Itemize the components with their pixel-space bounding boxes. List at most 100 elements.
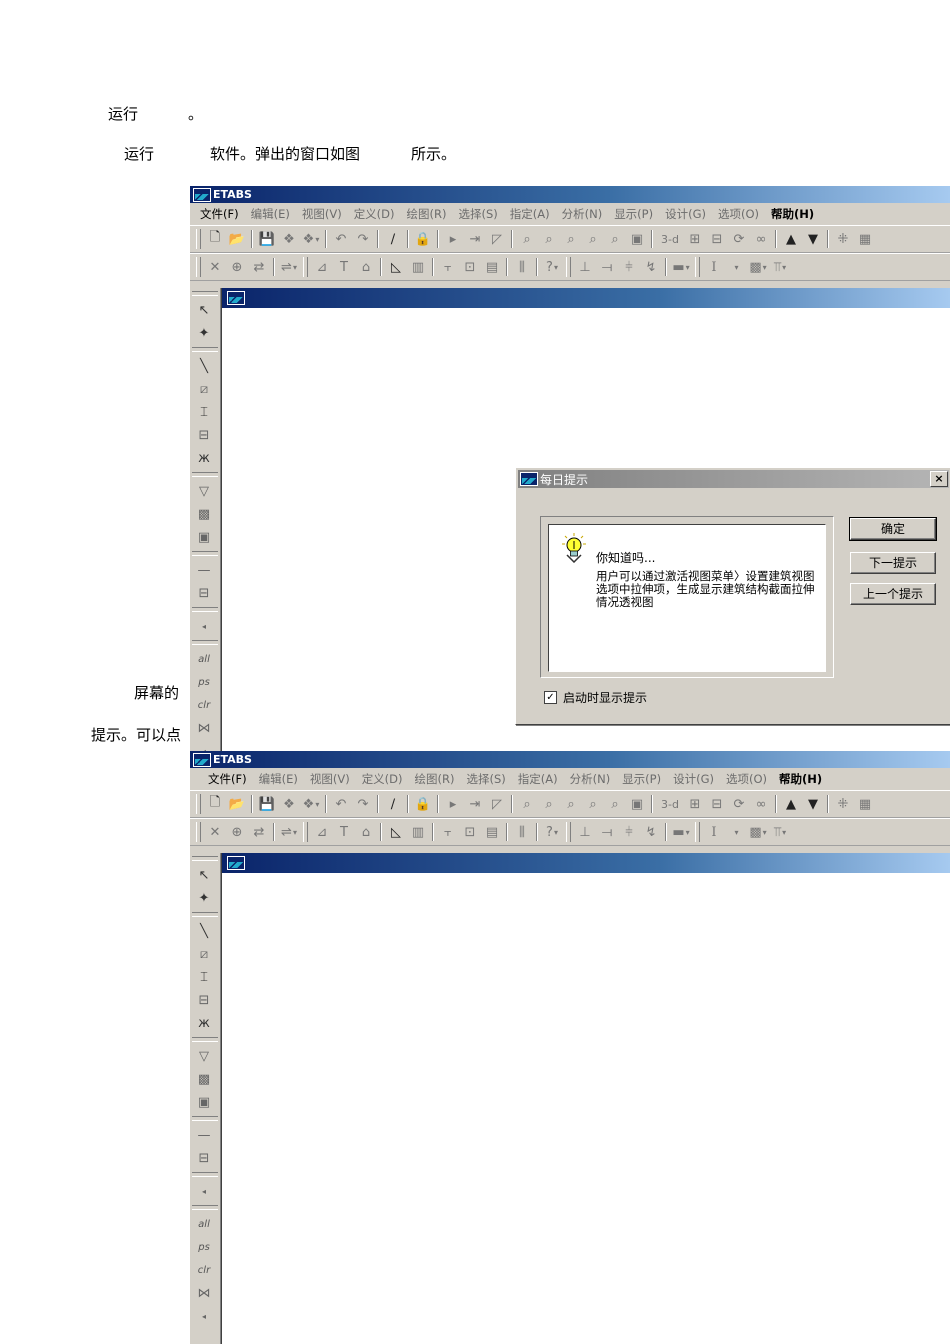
draw-link-icon[interactable]: ↯ [641, 822, 661, 842]
concrete-frame-design-icon[interactable]: T [334, 257, 354, 277]
pan-icon[interactable]: ▣ [627, 229, 647, 249]
pier-label-icon[interactable]: ⫟ [438, 257, 458, 277]
restore-full-view-icon[interactable]: ⌕ [539, 794, 559, 814]
ok-button[interactable]: 确定 [849, 517, 937, 541]
refresh-icon[interactable]: ∕ [383, 794, 403, 814]
click-area-icon[interactable]: ▣ [193, 1091, 215, 1113]
zoom-previous-icon[interactable]: ⌕ [561, 794, 581, 814]
rotate-3d-icon[interactable]: ⟳ [729, 229, 749, 249]
previous-selection-button[interactable]: ps [193, 671, 215, 693]
menu-analyze[interactable]: 分析(N) [556, 206, 609, 222]
area-section-icon[interactable]: ▩ ▾ [748, 257, 768, 277]
steel-frame-design-icon[interactable]: ⊿ [312, 822, 332, 842]
set-display-icon[interactable]: ▦ [855, 229, 875, 249]
undeformed-icon[interactable]: ✕ [205, 822, 225, 842]
menu-options[interactable]: 选项(O) [720, 771, 773, 787]
menu-design[interactable]: 设计(G) [659, 206, 712, 222]
import-icon[interactable]: ❖ [279, 229, 299, 249]
set-display-icon[interactable]: ▦ [855, 794, 875, 814]
composite-beam-design-icon[interactable]: ⌂ [356, 257, 376, 277]
zoom-previous-icon[interactable]: ⌕ [561, 229, 581, 249]
menu-help[interactable]: 帮助(H) [765, 206, 820, 222]
draw-line-icon[interactable]: ╲ [193, 920, 215, 942]
menu-display[interactable]: 显示(P) [616, 771, 667, 787]
move-down-icon[interactable]: ▼ [803, 794, 823, 814]
zoom-window-icon[interactable]: ⌕ [517, 229, 537, 249]
draw-area-icon[interactable]: ▬ ▾ [671, 822, 691, 842]
refresh-icon[interactable]: ∕ [383, 229, 403, 249]
member-forces-icon[interactable]: ⇌ ▾ [279, 257, 299, 277]
section-designer-icon[interactable]: ⫼ [512, 822, 532, 842]
object-shrink-icon[interactable]: ⁜ [833, 229, 853, 249]
plan-view-icon[interactable]: ⊞ [685, 229, 705, 249]
member-forces-icon[interactable]: ⇌ ▾ [279, 822, 299, 842]
open-folder-icon[interactable]: 📂 [227, 794, 247, 814]
3d-view-button[interactable]: 3-d [657, 229, 683, 249]
menu-edit[interactable]: 编辑(E) [245, 206, 296, 222]
menu-draw[interactable]: 绘图(R) [401, 206, 453, 222]
menu-define[interactable]: 定义(D) [356, 771, 409, 787]
next-tip-button[interactable]: 下一提示 [850, 552, 936, 574]
show-on-startup-row[interactable]: ✓ 启动时显示提示 [544, 689, 647, 706]
model-view-area[interactable] [221, 853, 950, 1344]
wall-stack-icon[interactable]: ▤ [482, 257, 502, 277]
draw-link-icon[interactable]: ↯ [641, 257, 661, 277]
column-icon[interactable]: ⌶ [193, 966, 215, 988]
move-down-icon[interactable]: ▼ [803, 229, 823, 249]
spandrel-icon[interactable]: ⊡ [460, 257, 480, 277]
draw-beam-icon[interactable]: ⊥ [575, 822, 595, 842]
rectangle-area-icon[interactable]: ▩ [193, 503, 215, 525]
export-icon[interactable]: ❖ ▾ [301, 229, 321, 249]
secondary-beam-icon[interactable]: ⊟ [193, 989, 215, 1011]
import-icon[interactable]: ❖ [279, 794, 299, 814]
query-icon[interactable]: ? ▾ [542, 257, 562, 277]
redo-icon[interactable]: ↷ [353, 794, 373, 814]
select-all-button[interactable]: all [193, 1213, 215, 1235]
frame-section-dropdown[interactable]: I [704, 822, 724, 842]
step-icon[interactable]: ⇥ [465, 229, 485, 249]
draw-line-region-icon[interactable]: ⧄ [193, 378, 215, 400]
menu-view[interactable]: 视图(V) [296, 206, 348, 222]
brace-icon[interactable]: ж [193, 1012, 215, 1034]
perspective-icon[interactable]: ∞ [751, 794, 771, 814]
lock-icon[interactable]: 🔒 [413, 229, 433, 249]
frame-section-dropdown[interactable]: I [704, 257, 724, 277]
close-button[interactable]: × [930, 471, 948, 487]
draw-area-shape-icon[interactable]: ▽ [193, 1045, 215, 1067]
menu-select[interactable]: 选择(S) [452, 206, 503, 222]
reshape-icon[interactable]: ✦ [193, 322, 215, 344]
menu-display[interactable]: 显示(P) [608, 206, 659, 222]
redo-icon[interactable]: ↷ [353, 229, 373, 249]
previous-selection-button[interactable]: ps [193, 1236, 215, 1258]
toolbar-grip[interactable] [192, 1205, 218, 1210]
export-icon[interactable]: ❖ ▾ [301, 794, 321, 814]
run-analysis-icon[interactable]: ▸ [443, 794, 463, 814]
lock-icon[interactable]: 🔒 [413, 794, 433, 814]
menu-view[interactable]: 视图(V) [304, 771, 356, 787]
elevation-view-icon[interactable]: ⊟ [707, 794, 727, 814]
reshape-icon[interactable]: ✦ [193, 887, 215, 909]
deformed-icon[interactable]: ⇄ [249, 257, 269, 277]
toolbar-grip[interactable] [192, 291, 218, 296]
toolbar-grip[interactable] [196, 822, 201, 842]
toolbar-grip[interactable] [695, 822, 700, 842]
previous-tip-button[interactable]: 上一个提示 [850, 583, 936, 605]
pointer-icon[interactable]: ↖ [193, 864, 215, 886]
menu-help[interactable]: 帮助(H) [773, 771, 828, 787]
run-analysis-icon[interactable]: ▸ [443, 229, 463, 249]
rubber-band-icon[interactable]: ◸ [487, 794, 507, 814]
restore-full-view-icon[interactable]: ⌕ [539, 229, 559, 249]
loads-icon[interactable]: ⊕ [227, 822, 247, 842]
toolbar-grip[interactable] [196, 229, 201, 249]
toolbar-grip[interactable] [566, 822, 571, 842]
spandrel-icon[interactable]: ⊡ [460, 822, 480, 842]
pier-label-icon[interactable]: ⫟ [438, 822, 458, 842]
undo-icon[interactable]: ↶ [331, 229, 351, 249]
wall-section-icon[interactable]: ⫪ ▾ [770, 822, 790, 842]
zoom-out-icon[interactable]: ⌕ [605, 794, 625, 814]
title-bar[interactable]: ETABS [190, 751, 950, 768]
rotate-3d-icon[interactable]: ⟳ [729, 794, 749, 814]
draw-line-region-icon[interactable]: ⧄ [193, 943, 215, 965]
toolbar-grip[interactable] [695, 257, 700, 277]
steel-frame-design-icon[interactable]: ⊿ [312, 257, 332, 277]
